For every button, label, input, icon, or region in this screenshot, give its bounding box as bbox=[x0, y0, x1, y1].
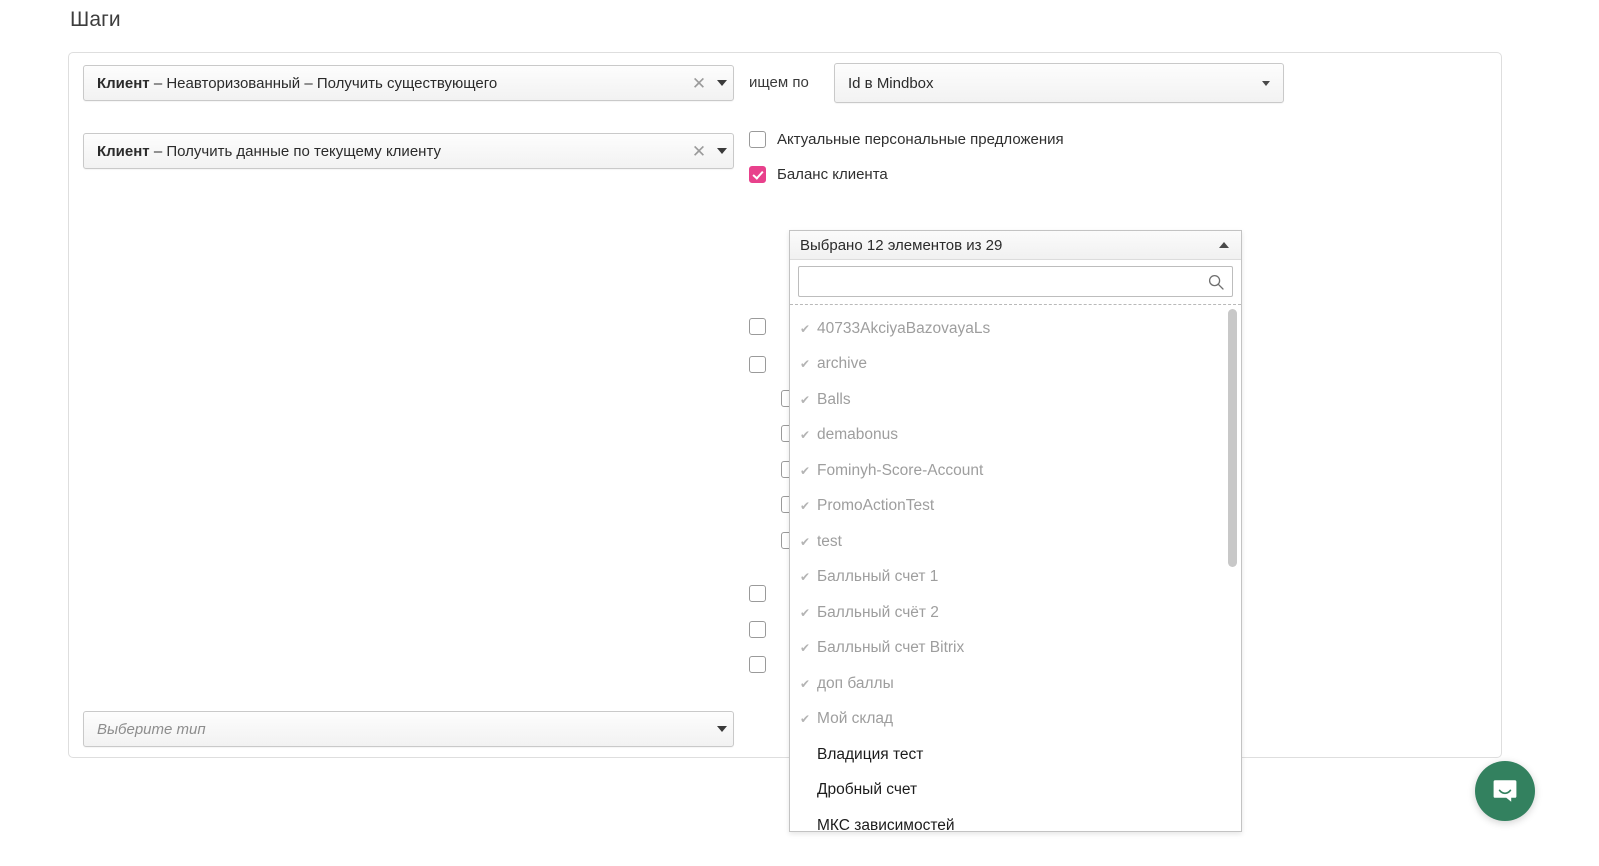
checkbox-occluded-2[interactable] bbox=[749, 356, 766, 373]
dropdown-option[interactable]: ✔ Балльный счёт 2 bbox=[790, 595, 1241, 631]
dropdown-option-label: Fominyh-Score-Account bbox=[817, 461, 984, 479]
dropdown-option[interactable]: ✔ archive bbox=[790, 347, 1241, 383]
dropdown-search-input[interactable] bbox=[799, 267, 1232, 296]
dropdown-option-label: Балльный счет Bitrix bbox=[817, 639, 965, 657]
step-select-2-text: Клиент – Получить данные по текущему кли… bbox=[84, 143, 689, 160]
checkbox-occluded-8[interactable] bbox=[749, 585, 766, 602]
dropdown-option-label: demabonus bbox=[817, 426, 899, 444]
dropdown-option-label: доп баллы bbox=[817, 674, 894, 692]
check-icon: ✔ bbox=[800, 534, 811, 549]
dropdown-option[interactable]: ✔ demabonus bbox=[790, 418, 1241, 454]
dropdown-option[interactable]: ✔МКС зависимостей bbox=[790, 808, 1241, 831]
search-by-select[interactable]: Id в Mindbox bbox=[834, 63, 1284, 103]
check-icon: ✔ bbox=[800, 428, 811, 443]
dropdown-search-area bbox=[790, 260, 1241, 305]
step-type-placeholder: Выберите тип bbox=[97, 720, 206, 738]
dropdown-option[interactable]: ✔ test bbox=[790, 524, 1241, 560]
chevron-down-icon[interactable] bbox=[711, 80, 733, 86]
checkbox-client-balance-label: Баланс клиента bbox=[777, 166, 888, 183]
page-title: Шаги bbox=[70, 8, 121, 31]
search-icon bbox=[1208, 274, 1224, 290]
dropdown-option[interactable]: ✔ Мой склад bbox=[790, 702, 1241, 738]
step-select-1-action: – Неавторизованный – Получить существующ… bbox=[149, 74, 498, 92]
dropdown-header[interactable]: Выбрано 12 элементов из 29 bbox=[790, 231, 1241, 260]
dropdown-option[interactable]: ✔ Fominyh-Score-Account bbox=[790, 453, 1241, 489]
dropdown-option[interactable]: ✔ 40733AkciyaBazovayaLs bbox=[790, 311, 1241, 347]
checkbox-personal-offers[interactable] bbox=[749, 131, 766, 148]
check-icon: ✔ bbox=[800, 641, 811, 656]
dropdown-option-label: Балльный счёт 2 bbox=[817, 603, 939, 621]
chevron-down-icon[interactable] bbox=[711, 726, 733, 732]
check-icon: ✔ bbox=[800, 357, 811, 372]
dropdown-option-label: МКС зависимостей bbox=[817, 816, 955, 831]
close-icon[interactable]: ✕ bbox=[689, 143, 709, 160]
dropdown-option-label: Балльный счет 1 bbox=[817, 568, 939, 586]
intercom-chat-icon bbox=[1491, 777, 1519, 805]
checkbox-row-occluded-8[interactable] bbox=[749, 585, 777, 602]
check-icon: ✔ bbox=[800, 676, 811, 691]
search-by-value: Id в Mindbox bbox=[848, 74, 934, 92]
dropdown-option-label: 40733AkciyaBazovayaLs bbox=[817, 319, 991, 337]
checkbox-row-client-balance[interactable]: Баланс клиента bbox=[749, 166, 888, 183]
step-select-client-current-data[interactable]: Клиент – Получить данные по текущему кли… bbox=[83, 133, 734, 169]
check-icon: ✔ bbox=[800, 463, 811, 478]
dropdown-scrollbar-thumb[interactable] bbox=[1228, 309, 1237, 567]
intercom-launcher-button[interactable] bbox=[1475, 761, 1535, 821]
step-select-1-entity: Клиент bbox=[97, 74, 150, 92]
chevron-down-icon[interactable] bbox=[711, 148, 733, 154]
checkbox-row-occluded-2[interactable] bbox=[749, 356, 777, 373]
check-icon: ✔ bbox=[800, 499, 811, 514]
dropdown-option-label: Мой склад bbox=[817, 710, 894, 728]
checkbox-client-balance[interactable] bbox=[749, 166, 766, 183]
dropdown-option-label: archive bbox=[817, 355, 867, 373]
close-icon[interactable]: ✕ bbox=[689, 75, 709, 92]
dropdown-selection-summary: Выбрано 12 элементов из 29 bbox=[800, 236, 1003, 254]
step-select-1-text: Клиент – Неавторизованный – Получить сущ… bbox=[84, 75, 689, 92]
step-select-2-action: – Получить данные по текущему клиенту bbox=[149, 142, 441, 160]
dropdown-search-box[interactable] bbox=[798, 266, 1233, 297]
dropdown-option-label: test bbox=[817, 532, 842, 550]
check-icon: ✔ bbox=[800, 321, 811, 336]
checkbox-occluded-1[interactable] bbox=[749, 318, 766, 335]
dropdown-option[interactable]: ✔ доп баллы bbox=[790, 666, 1241, 702]
dropdown-option[interactable]: ✔ PromoActionTest bbox=[790, 489, 1241, 525]
checkbox-row-occluded-9[interactable] bbox=[749, 621, 777, 638]
check-icon: ✔ bbox=[800, 712, 811, 727]
checkbox-row-personal-offers[interactable]: Актуальные персональные предложения bbox=[749, 131, 1064, 148]
check-icon: ✔ bbox=[800, 392, 811, 407]
dropdown-option-list[interactable]: ✔ 40733AkciyaBazovayaLs ✔ archive ✔ Balls ✔ dem… bbox=[790, 305, 1241, 831]
checkbox-row-occluded-10[interactable] bbox=[749, 656, 777, 673]
dropdown-option[interactable]: ✔ Балльный счет Bitrix bbox=[790, 631, 1241, 667]
chevron-down-icon[interactable] bbox=[1249, 80, 1283, 86]
balance-accounts-dropdown-panel: Выбрано 12 элементов из 29 ✔ 40733AkciyaB… bbox=[789, 230, 1242, 832]
dropdown-option[interactable]: ✔ Balls bbox=[790, 382, 1241, 418]
checkbox-row-occluded-1[interactable] bbox=[749, 318, 777, 335]
checkbox-occluded-10[interactable] bbox=[749, 656, 766, 673]
dropdown-option[interactable]: ✔Владиция тест bbox=[790, 737, 1241, 773]
dropdown-option[interactable]: ✔ Балльный счет 1 bbox=[790, 560, 1241, 596]
dropdown-option[interactable]: ✔Дробный счет bbox=[790, 773, 1241, 809]
step-select-2-entity: Клиент bbox=[97, 142, 150, 160]
dropdown-option-label: Владиция тест bbox=[817, 745, 924, 763]
dropdown-option-label: Balls bbox=[817, 390, 851, 408]
check-icon: ✔ bbox=[800, 570, 811, 585]
checkbox-occluded-9[interactable] bbox=[749, 621, 766, 638]
dropdown-option-label: PromoActionTest bbox=[817, 497, 935, 515]
step-type-select[interactable]: Выберите тип bbox=[83, 711, 734, 747]
chevron-up-icon[interactable] bbox=[1219, 242, 1229, 248]
search-by-label: ищем по bbox=[749, 74, 809, 91]
check-icon: ✔ bbox=[800, 605, 811, 620]
steps-card: Клиент – Неавторизованный – Получить сущ… bbox=[68, 52, 1502, 758]
checkbox-personal-offers-label: Актуальные персональные предложения bbox=[777, 131, 1064, 148]
dropdown-option-label: Дробный счет bbox=[817, 781, 918, 799]
dropdown-scrollbar-track[interactable] bbox=[1228, 309, 1237, 827]
step-select-client-unauthorized[interactable]: Клиент – Неавторизованный – Получить сущ… bbox=[83, 65, 734, 101]
